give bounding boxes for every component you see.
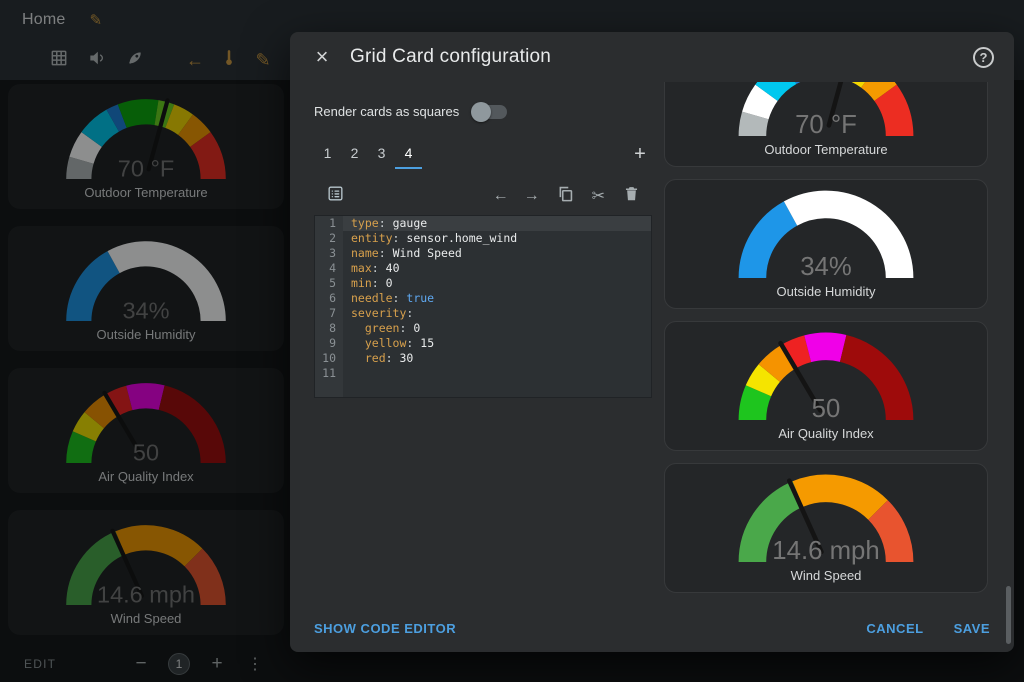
card-tabs: 1234 — [314, 139, 422, 169]
card-type-picker-button[interactable] — [324, 185, 346, 207]
code-line[interactable]: 8 green: 0 — [315, 321, 651, 336]
gauge-card-air-quality-index: 50 Air Quality Index — [664, 321, 988, 451]
svg-text:50: 50 — [812, 395, 841, 423]
line-number: 3 — [315, 246, 343, 261]
gauge-card-outside-humidity: 34% Outside Humidity — [664, 179, 988, 309]
code-line[interactable]: 2entity: sensor.home_wind — [315, 231, 651, 246]
move-card-left-button[interactable]: ← — [493, 187, 509, 205]
line-number: 4 — [315, 261, 343, 276]
cut-card-button[interactable]: ✂ — [592, 186, 605, 206]
grid-card-configuration-dialog: × Grid Card configuration ? Render cards… — [290, 32, 1014, 652]
line-number: 2 — [315, 231, 343, 246]
tab-1[interactable]: 1 — [314, 139, 341, 169]
code-line-text — [343, 366, 651, 381]
svg-text:70 °F: 70 °F — [795, 111, 857, 139]
arrow-right-icon: → — [524, 187, 540, 204]
code-line[interactable]: 1type: gauge — [315, 216, 651, 231]
line-number: 8 — [315, 321, 343, 336]
code-line[interactable]: 7severity: — [315, 306, 651, 321]
yaml-code-editor[interactable]: 1type: gauge2entity: sensor.home_wind3na… — [314, 215, 652, 398]
help-icon: ? — [980, 50, 988, 65]
code-line[interactable]: 10 red: 30 — [315, 351, 651, 366]
code-line[interactable]: 6needle: true — [315, 291, 651, 306]
gauge-card-wind-speed: 14.6 mph Wind Speed — [664, 463, 988, 593]
screen: Home ✎ ← ✎ → 70 °FOutdoor Temperature — [0, 0, 1024, 682]
toggle-knob — [471, 102, 491, 122]
tab-3[interactable]: 3 — [368, 139, 395, 169]
gauge-card-title: Air Quality Index — [778, 426, 873, 441]
code-line-text: name: Wind Speed — [343, 246, 651, 261]
gauge-chart: 50 — [734, 328, 918, 423]
tab-2[interactable]: 2 — [341, 139, 368, 169]
code-line[interactable]: 3name: Wind Speed — [315, 246, 651, 261]
scissors-icon: ✂ — [592, 188, 605, 205]
dialog-title: Grid Card configuration — [350, 46, 551, 68]
svg-text:14.6 mph: 14.6 mph — [772, 537, 879, 565]
show-code-editor-button[interactable]: SHOW CODE EDITOR — [314, 621, 456, 636]
code-line-text: max: 40 — [343, 261, 651, 276]
code-line-text: red: 30 — [343, 351, 651, 366]
dialog-footer: SHOW CODE EDITOR CANCEL SAVE — [290, 604, 1014, 652]
line-number: 5 — [315, 276, 343, 291]
card-preview-column: 70 °F Outdoor Temperature 34% Outside Humid… — [664, 82, 988, 604]
line-number: 11 — [315, 366, 343, 381]
code-line-text: green: 0 — [343, 321, 651, 336]
code-editor-card: ← → ✂ 1type: gauge2entity: sensor.home_w… — [314, 177, 652, 398]
code-line[interactable]: 4max: 40 — [315, 261, 651, 276]
tab-4[interactable]: 4 — [395, 139, 422, 169]
squares-toggle[interactable] — [473, 105, 507, 119]
line-number: 7 — [315, 306, 343, 321]
code-line-text: needle: true — [343, 291, 651, 306]
dialog-scrollbar[interactable] — [1006, 586, 1011, 644]
gauge-card-title: Outside Humidity — [777, 284, 876, 299]
copy-card-button[interactable] — [555, 185, 577, 207]
code-line-text: min: 0 — [343, 276, 651, 291]
gauge-card-title: Outdoor Temperature — [764, 142, 887, 157]
footer-action-group: CANCEL SAVE — [866, 621, 990, 636]
code-action-group: ← → ✂ — [493, 185, 642, 207]
cancel-button[interactable]: CANCEL — [866, 621, 923, 636]
squares-toggle-label: Render cards as squares — [314, 104, 459, 119]
delete-card-button[interactable] — [620, 185, 642, 207]
code-line-text: yellow: 15 — [343, 336, 651, 351]
gauge-chart: 70 °F — [734, 82, 918, 139]
line-number: 9 — [315, 336, 343, 351]
squares-toggle-row: Render cards as squares — [314, 104, 652, 119]
line-number: 10 — [315, 351, 343, 366]
copy-icon — [556, 184, 575, 208]
gauge-card-outdoor-temperature: 70 °F Outdoor Temperature — [664, 82, 988, 167]
add-card-button[interactable]: + — [628, 143, 652, 166]
arrow-left-icon: ← — [493, 187, 509, 204]
code-line[interactable]: 9 yellow: 15 — [315, 336, 651, 351]
card-config-column: Render cards as squares 1234 + ← → — [314, 104, 652, 398]
gauge-chart: 34% — [734, 186, 918, 281]
code-line-text: type: gauge — [343, 216, 651, 231]
gauge-card-title: Wind Speed — [791, 568, 862, 583]
list-box-icon — [326, 184, 345, 208]
add-icon: + — [634, 143, 646, 165]
code-line[interactable]: 5min: 0 — [315, 276, 651, 291]
card-tab-bar: 1234 + — [314, 139, 652, 169]
dialog-header: × Grid Card configuration ? — [290, 32, 1014, 82]
close-dialog-button[interactable]: × — [310, 46, 334, 68]
code-editor-toolbar: ← → ✂ — [314, 177, 652, 215]
line-number: 1 — [315, 216, 343, 231]
code-line[interactable]: 11 — [315, 366, 651, 381]
move-card-right-button[interactable]: → — [524, 187, 540, 205]
trash-icon — [622, 184, 641, 208]
save-button[interactable]: SAVE — [954, 621, 990, 636]
gauge-chart: 14.6 mph — [734, 470, 918, 565]
svg-text:34%: 34% — [800, 253, 852, 281]
code-line-text: entity: sensor.home_wind — [343, 231, 651, 246]
code-line-text: severity: — [343, 306, 651, 321]
close-icon: × — [316, 44, 329, 69]
help-button[interactable]: ? — [973, 47, 994, 68]
line-number: 6 — [315, 291, 343, 306]
